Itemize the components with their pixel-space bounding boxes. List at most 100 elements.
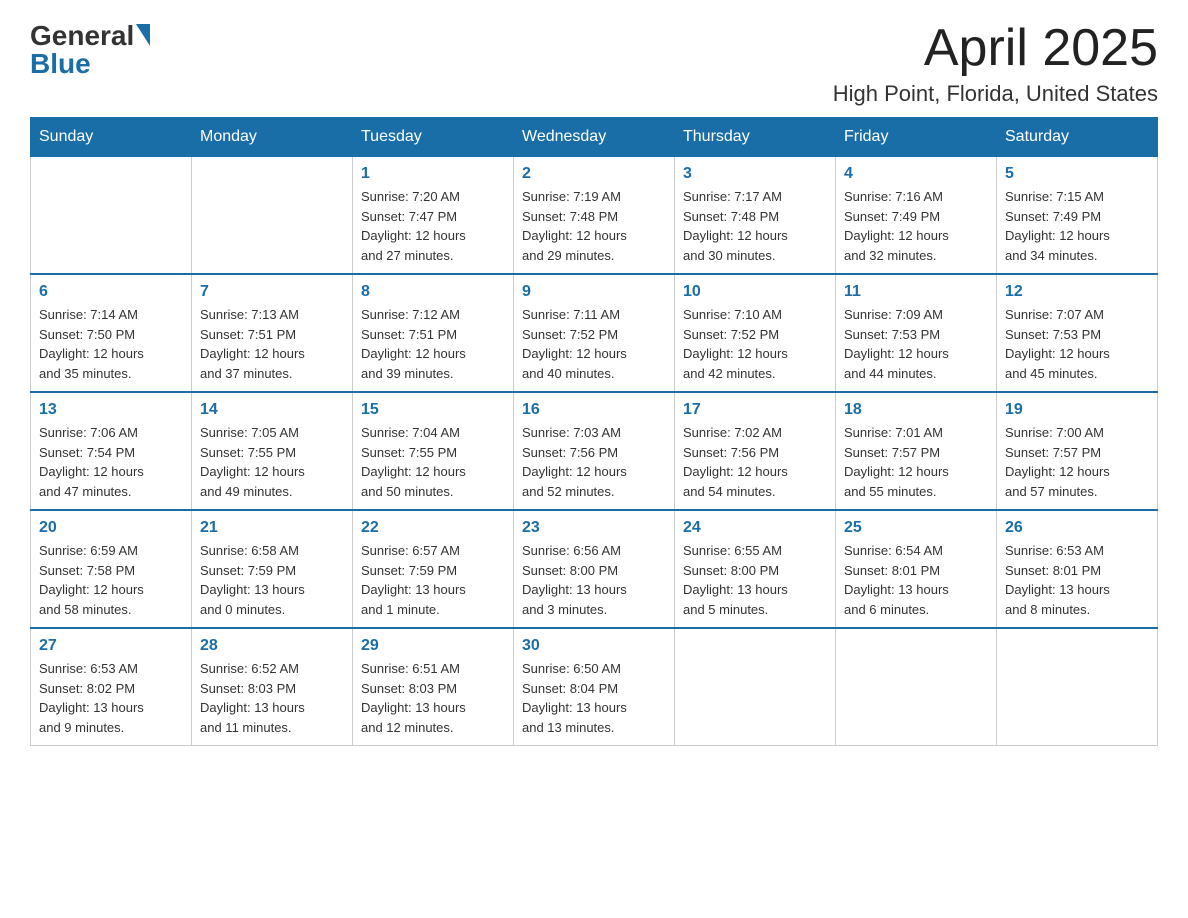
day-number: 25	[844, 519, 988, 537]
calendar-week-4: 20 Sunrise: 6:59 AM Sunset: 7:58 PM Dayli…	[31, 510, 1158, 628]
day-number: 21	[200, 519, 344, 537]
day-number: 2	[522, 165, 666, 183]
day-info: Sunrise: 7:14 AM Sunset: 7:50 PM Dayligh…	[39, 305, 183, 383]
calendar-week-2: 6 Sunrise: 7:14 AM Sunset: 7:50 PM Daylig…	[31, 274, 1158, 392]
day-number: 6	[39, 283, 183, 301]
day-info: Sunrise: 7:17 AM Sunset: 7:48 PM Dayligh…	[683, 187, 827, 265]
table-row: 19 Sunrise: 7:00 AM Sunset: 7:57 PM Dayli…	[997, 392, 1158, 510]
table-row: 8 Sunrise: 7:12 AM Sunset: 7:51 PM Daylig…	[353, 274, 514, 392]
table-row	[836, 628, 997, 746]
day-info: Sunrise: 7:07 AM Sunset: 7:53 PM Dayligh…	[1005, 305, 1149, 383]
day-info: Sunrise: 6:57 AM Sunset: 7:59 PM Dayligh…	[361, 541, 505, 619]
day-info: Sunrise: 7:13 AM Sunset: 7:51 PM Dayligh…	[200, 305, 344, 383]
day-info: Sunrise: 6:52 AM Sunset: 8:03 PM Dayligh…	[200, 659, 344, 737]
table-row	[31, 157, 192, 275]
day-number: 1	[361, 165, 505, 183]
day-number: 20	[39, 519, 183, 537]
table-row: 1 Sunrise: 7:20 AM Sunset: 7:47 PM Daylig…	[353, 157, 514, 275]
table-row: 20 Sunrise: 6:59 AM Sunset: 7:58 PM Dayli…	[31, 510, 192, 628]
day-number: 12	[1005, 283, 1149, 301]
table-row: 2 Sunrise: 7:19 AM Sunset: 7:48 PM Daylig…	[514, 157, 675, 275]
day-info: Sunrise: 7:09 AM Sunset: 7:53 PM Dayligh…	[844, 305, 988, 383]
header-wednesday: Wednesday	[514, 118, 675, 157]
day-info: Sunrise: 7:19 AM Sunset: 7:48 PM Dayligh…	[522, 187, 666, 265]
table-row: 5 Sunrise: 7:15 AM Sunset: 7:49 PM Daylig…	[997, 157, 1158, 275]
day-number: 29	[361, 637, 505, 655]
day-number: 5	[1005, 165, 1149, 183]
table-row: 24 Sunrise: 6:55 AM Sunset: 8:00 PM Dayli…	[675, 510, 836, 628]
logo-blue-text: Blue	[30, 48, 91, 80]
day-info: Sunrise: 6:53 AM Sunset: 8:01 PM Dayligh…	[1005, 541, 1149, 619]
day-info: Sunrise: 7:01 AM Sunset: 7:57 PM Dayligh…	[844, 423, 988, 501]
day-info: Sunrise: 6:56 AM Sunset: 8:00 PM Dayligh…	[522, 541, 666, 619]
table-row	[192, 157, 353, 275]
day-info: Sunrise: 7:20 AM Sunset: 7:47 PM Dayligh…	[361, 187, 505, 265]
table-row: 11 Sunrise: 7:09 AM Sunset: 7:53 PM Dayli…	[836, 274, 997, 392]
day-number: 26	[1005, 519, 1149, 537]
day-number: 16	[522, 401, 666, 419]
table-row: 21 Sunrise: 6:58 AM Sunset: 7:59 PM Dayli…	[192, 510, 353, 628]
table-row: 13 Sunrise: 7:06 AM Sunset: 7:54 PM Dayli…	[31, 392, 192, 510]
day-info: Sunrise: 6:58 AM Sunset: 7:59 PM Dayligh…	[200, 541, 344, 619]
calendar-header-row: Sunday Monday Tuesday Wednesday Thursday…	[31, 118, 1158, 157]
day-info: Sunrise: 6:59 AM Sunset: 7:58 PM Dayligh…	[39, 541, 183, 619]
calendar-week-5: 27 Sunrise: 6:53 AM Sunset: 8:02 PM Dayli…	[31, 628, 1158, 746]
table-row: 18 Sunrise: 7:01 AM Sunset: 7:57 PM Dayli…	[836, 392, 997, 510]
table-row: 10 Sunrise: 7:10 AM Sunset: 7:52 PM Dayli…	[675, 274, 836, 392]
table-row: 3Sunrise: 7:17 AM Sunset: 7:48 PM Daylig…	[675, 157, 836, 275]
header-sunday: Sunday	[31, 118, 192, 157]
day-info: Sunrise: 7:00 AM Sunset: 7:57 PM Dayligh…	[1005, 423, 1149, 501]
table-row: 7 Sunrise: 7:13 AM Sunset: 7:51 PM Daylig…	[192, 274, 353, 392]
table-row: 25 Sunrise: 6:54 AM Sunset: 8:01 PM Dayli…	[836, 510, 997, 628]
day-info: Sunrise: 7:15 AM Sunset: 7:49 PM Dayligh…	[1005, 187, 1149, 265]
table-row: 26 Sunrise: 6:53 AM Sunset: 8:01 PM Dayli…	[997, 510, 1158, 628]
page-header: General Blue April 2025 High Point, Flor…	[30, 20, 1158, 107]
table-row	[675, 628, 836, 746]
day-number: 17	[683, 401, 827, 419]
table-row: 4 Sunrise: 7:16 AM Sunset: 7:49 PM Daylig…	[836, 157, 997, 275]
day-number: 8	[361, 283, 505, 301]
day-number: 22	[361, 519, 505, 537]
day-info: Sunrise: 7:12 AM Sunset: 7:51 PM Dayligh…	[361, 305, 505, 383]
logo: General Blue	[30, 20, 150, 80]
day-number: 4	[844, 165, 988, 183]
day-number: 28	[200, 637, 344, 655]
logo-arrow-icon	[136, 24, 150, 46]
location-text: High Point, Florida, United States	[833, 81, 1158, 107]
day-number: 10	[683, 283, 827, 301]
day-number: 14	[200, 401, 344, 419]
day-number: 9	[522, 283, 666, 301]
day-info: Sunrise: 7:10 AM Sunset: 7:52 PM Dayligh…	[683, 305, 827, 383]
table-row: 22 Sunrise: 6:57 AM Sunset: 7:59 PM Dayli…	[353, 510, 514, 628]
day-info: Sunrise: 7:05 AM Sunset: 7:55 PM Dayligh…	[200, 423, 344, 501]
day-number: 27	[39, 637, 183, 655]
table-row: 29Sunrise: 6:51 AM Sunset: 8:03 PM Dayli…	[353, 628, 514, 746]
day-number: 18	[844, 401, 988, 419]
day-info: Sunrise: 6:55 AM Sunset: 8:00 PM Dayligh…	[683, 541, 827, 619]
day-number: 15	[361, 401, 505, 419]
day-info: Sunrise: 7:06 AM Sunset: 7:54 PM Dayligh…	[39, 423, 183, 501]
header-saturday: Saturday	[997, 118, 1158, 157]
day-info: Sunrise: 7:11 AM Sunset: 7:52 PM Dayligh…	[522, 305, 666, 383]
day-info: Sunrise: 7:04 AM Sunset: 7:55 PM Dayligh…	[361, 423, 505, 501]
day-info: Sunrise: 7:02 AM Sunset: 7:56 PM Dayligh…	[683, 423, 827, 501]
header-friday: Friday	[836, 118, 997, 157]
table-row: 9 Sunrise: 7:11 AM Sunset: 7:52 PM Daylig…	[514, 274, 675, 392]
day-number: 24	[683, 519, 827, 537]
table-row: 16Sunrise: 7:03 AM Sunset: 7:56 PM Dayli…	[514, 392, 675, 510]
day-info: Sunrise: 7:16 AM Sunset: 7:49 PM Dayligh…	[844, 187, 988, 265]
calendar-week-1: 1 Sunrise: 7:20 AM Sunset: 7:47 PM Daylig…	[31, 157, 1158, 275]
day-number: 19	[1005, 401, 1149, 419]
day-info: Sunrise: 6:54 AM Sunset: 8:01 PM Dayligh…	[844, 541, 988, 619]
table-row: 27 Sunrise: 6:53 AM Sunset: 8:02 PM Dayli…	[31, 628, 192, 746]
table-row: 30 Sunrise: 6:50 AM Sunset: 8:04 PM Dayli…	[514, 628, 675, 746]
day-number: 13	[39, 401, 183, 419]
header-monday: Monday	[192, 118, 353, 157]
day-number: 30	[522, 637, 666, 655]
day-info: Sunrise: 6:53 AM Sunset: 8:02 PM Dayligh…	[39, 659, 183, 737]
table-row: 12 Sunrise: 7:07 AM Sunset: 7:53 PM Dayli…	[997, 274, 1158, 392]
day-number: 11	[844, 283, 988, 301]
calendar-table: Sunday Monday Tuesday Wednesday Thursday…	[30, 117, 1158, 746]
day-number: 7	[200, 283, 344, 301]
day-info: Sunrise: 6:50 AM Sunset: 8:04 PM Dayligh…	[522, 659, 666, 737]
